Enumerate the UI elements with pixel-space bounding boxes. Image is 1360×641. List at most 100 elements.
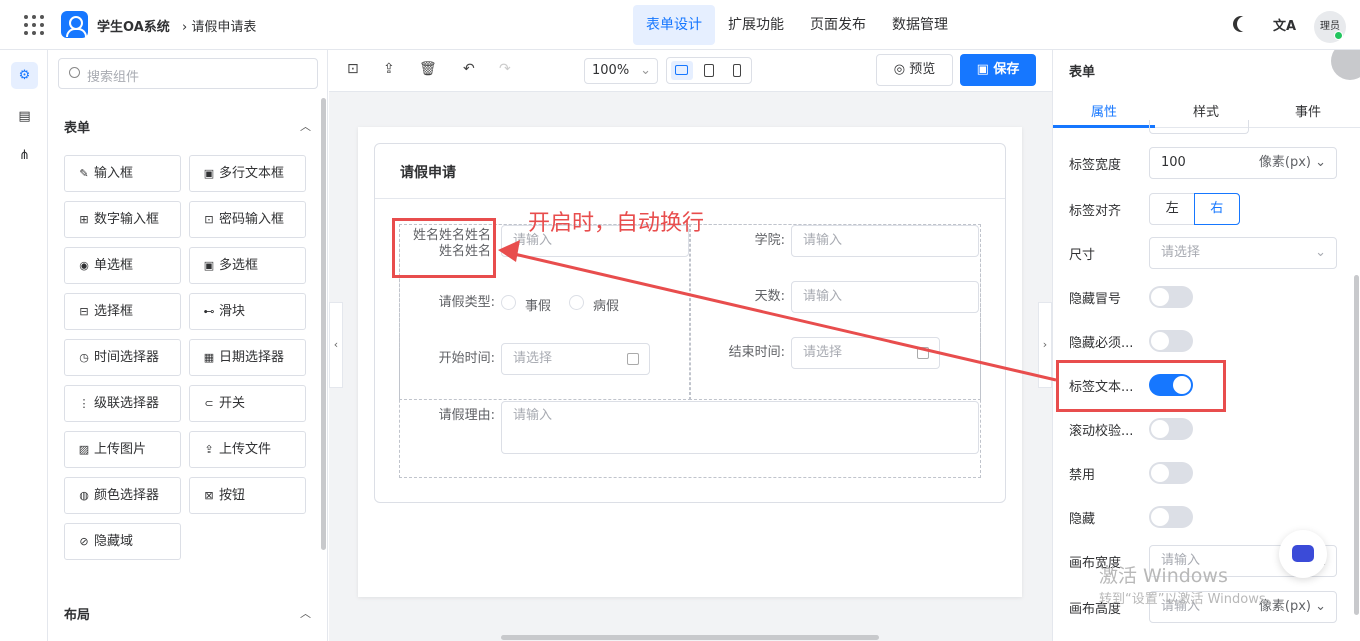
mobile-icon[interactable] — [726, 61, 748, 80]
component-item[interactable]: ⊂ 开关 — [189, 385, 306, 422]
dark-mode-icon[interactable] — [1237, 16, 1253, 32]
days-input[interactable]: 请输入 — [791, 281, 979, 313]
component-icon: ⊞ — [79, 213, 89, 226]
horizontal-scrollbar[interactable] — [501, 635, 879, 640]
export-icon[interactable]: ⇪ — [383, 61, 395, 77]
radio-sick-label: 病假 — [593, 299, 620, 314]
top-bar: 学生OA系统 › 请假申请表 表单设计 扩展功能 页面发布 数据管理 文A 理员 — [0, 0, 1360, 50]
component-icon: ⊟ — [79, 305, 89, 318]
desktop-icon[interactable] — [671, 61, 693, 80]
collapse-left-tab[interactable]: ‹ — [329, 302, 343, 388]
component-icon: ⊡ — [204, 213, 214, 226]
collapse-right-tab[interactable]: › — [1038, 302, 1052, 388]
panel-title: 表单 — [1069, 65, 1096, 80]
college-label: 学院: — [754, 233, 785, 248]
label-width-unit: 像素(px) — [1258, 155, 1311, 170]
tree-icon[interactable]: ⋔ — [11, 142, 38, 169]
component-item[interactable]: ⊷ 滑块 — [189, 293, 306, 330]
component-icon: ▣ — [203, 167, 215, 180]
save-button[interactable]: ▣ 保存 — [960, 54, 1036, 86]
hide-required-switch[interactable] — [1149, 330, 1193, 352]
zoom-select[interactable]: 100% ⌄ — [584, 58, 658, 84]
delete-icon[interactable]: 🗑 — [419, 61, 437, 77]
device-switch — [666, 57, 752, 84]
code-view-icon[interactable]: ⊡ — [347, 61, 359, 77]
component-icon: ⊷ — [203, 305, 215, 318]
translate-icon[interactable]: 文A — [1273, 15, 1296, 34]
component-item[interactable]: ◍ 颜色选择器 — [64, 477, 181, 514]
component-item[interactable]: ⊠ 按钮 — [189, 477, 306, 514]
component-item[interactable]: ▣ 多选框 — [189, 247, 306, 284]
redo-icon[interactable]: ↷ — [499, 61, 511, 77]
hidden-switch[interactable] — [1149, 506, 1193, 528]
component-label: 输入框 — [94, 166, 134, 181]
hide-colon-switch[interactable] — [1149, 286, 1193, 308]
radio-personal[interactable] — [501, 295, 516, 310]
chevron-up-icon[interactable]: ︿ — [300, 118, 311, 134]
scrollbar[interactable] — [321, 98, 326, 550]
component-item[interactable]: ⊘ 隐藏域 — [64, 523, 181, 560]
tablet-icon[interactable] — [698, 61, 720, 80]
component-item[interactable]: ⇪ 上传文件 — [189, 431, 306, 468]
hide-required-label: 隐藏必须... — [1069, 336, 1134, 351]
clipped-field — [1149, 120, 1249, 134]
component-item[interactable]: ⋮ 级联选择器 — [64, 385, 181, 422]
tab-properties[interactable]: 属性 — [1053, 101, 1155, 120]
component-item[interactable]: ▦ 日期选择器 — [189, 339, 306, 376]
components-icon[interactable]: ⚙ — [11, 62, 38, 89]
label-width-input[interactable]: 100 像素(px) ⌄ — [1149, 147, 1337, 179]
component-label: 上传文件 — [219, 442, 272, 457]
preview-button[interactable]: ◎ 预览 — [876, 54, 953, 86]
component-item[interactable]: ▨ 上传图片 — [64, 431, 181, 468]
component-icon: ⊠ — [204, 489, 214, 502]
nav-form-design[interactable]: 表单设计 — [633, 5, 715, 45]
component-label: 开关 — [219, 396, 246, 411]
component-icon: ◷ — [79, 351, 89, 364]
reason-textarea[interactable]: 请输入 — [501, 401, 979, 454]
component-label: 按钮 — [219, 488, 246, 503]
form-card[interactable]: 请假申请 姓名姓名姓名 姓名姓名 请输入 学院: 请输入 请假类型: 事假 病假 … — [374, 143, 1006, 503]
nav-publish[interactable]: 页面发布 — [797, 5, 879, 45]
chatbot-icon[interactable] — [1279, 530, 1327, 578]
align-right-button[interactable]: 右 — [1193, 193, 1240, 225]
search-placeholder: 搜索组件 — [87, 70, 140, 85]
section-form-title: 表单 — [64, 121, 91, 136]
nav-data-management[interactable]: 数据管理 — [879, 5, 961, 45]
tab-events[interactable]: 事件 — [1257, 101, 1359, 120]
component-item[interactable]: ⊞ 数字输入框 — [64, 201, 181, 238]
component-label: 颜色选择器 — [94, 488, 160, 503]
app-logo-icon — [61, 11, 88, 38]
chevron-up-icon[interactable]: ︿ — [300, 605, 311, 621]
component-item[interactable]: ⊟ 选择框 — [64, 293, 181, 330]
tab-style[interactable]: 样式 — [1155, 101, 1257, 120]
undo-icon[interactable]: ↶ — [463, 61, 475, 77]
component-icon: ✎ — [79, 167, 89, 180]
component-item[interactable]: ▣ 多行文本框 — [189, 155, 306, 192]
component-item[interactable]: ◷ 时间选择器 — [64, 339, 181, 376]
college-input[interactable]: 请输入 — [791, 225, 979, 257]
label-width-value: 100 — [1161, 155, 1186, 170]
calendar-icon — [917, 347, 929, 359]
component-item[interactable]: ⊡ 密码输入框 — [189, 201, 306, 238]
component-icon: ⋮ — [78, 397, 90, 410]
align-left-button[interactable]: 左 — [1150, 194, 1195, 224]
radio-sick[interactable] — [569, 295, 584, 310]
size-select[interactable]: 请选择 ⌄ — [1149, 237, 1337, 269]
fullscreen-icon[interactable] — [1331, 50, 1360, 80]
component-item[interactable]: ✎ 输入框 — [64, 155, 181, 192]
disabled-switch[interactable] — [1149, 462, 1193, 484]
end-date-picker[interactable]: 请选择 — [791, 337, 940, 369]
start-date-picker[interactable]: 请选择 — [501, 343, 650, 375]
code-icon[interactable]: ▤ — [11, 103, 38, 130]
component-label: 日期选择器 — [219, 350, 285, 365]
tab-indicator — [1053, 125, 1155, 128]
top-nav: 表单设计 扩展功能 页面发布 数据管理 — [633, 5, 961, 45]
avatar[interactable]: 理员 — [1314, 11, 1346, 43]
app-grid-icon[interactable] — [24, 15, 44, 35]
scrollbar[interactable] — [1354, 275, 1359, 615]
component-item[interactable]: ◉ 单选框 — [64, 247, 181, 284]
scroll-validate-switch[interactable] — [1149, 418, 1193, 440]
breadcrumb[interactable]: › 请假申请表 — [182, 16, 256, 35]
nav-extensions[interactable]: 扩展功能 — [715, 5, 797, 45]
component-search-input[interactable]: 搜索组件 — [58, 58, 318, 89]
